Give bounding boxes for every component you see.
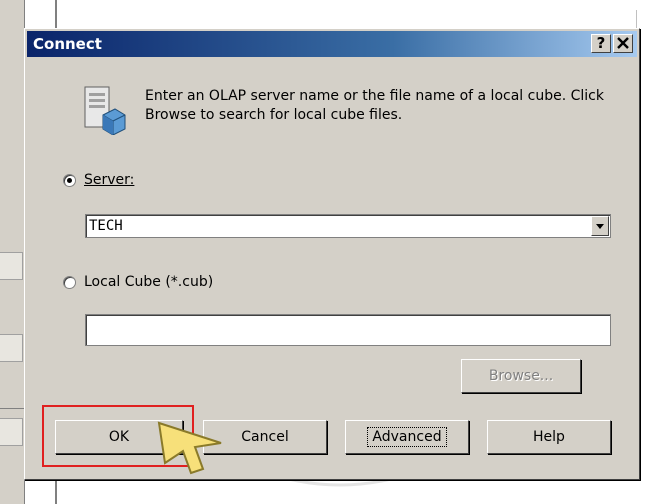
connect-dialog: Connect ? Enter an OLAP server name or t… [24, 28, 640, 480]
background-tab [0, 418, 23, 446]
advanced-button[interactable]: Advanced [345, 420, 469, 454]
background-tab [0, 252, 23, 280]
help-title-button[interactable]: ? [591, 34, 611, 53]
background-tab [0, 334, 23, 362]
browse-button[interactable]: Browse... [461, 359, 581, 393]
close-icon [617, 37, 629, 49]
server-radio-option[interactable]: Server: [63, 172, 134, 188]
server-radio-label: Server: [84, 172, 135, 188]
server-combobox[interactable]: TECH [85, 214, 611, 238]
dialog-description: Enter an OLAP server name or the file na… [145, 88, 604, 123]
close-button[interactable] [613, 34, 633, 53]
dialog-title: Connect [33, 35, 102, 53]
server-combobox-value: TECH [89, 218, 123, 234]
background-divider [0, 408, 24, 409]
chevron-down-icon[interactable] [591, 216, 609, 236]
background-divider [55, 0, 57, 28]
local-cube-radio-option[interactable]: Local Cube (*.cub) [63, 274, 213, 290]
local-cube-radio-label: Local Cube (*.cub) [84, 274, 214, 290]
server-radio[interactable] [63, 173, 76, 187]
help-button[interactable]: Help [487, 420, 611, 454]
background-divider [55, 480, 57, 504]
server-cube-icon [84, 86, 126, 135]
pointer-arrow-icon [157, 421, 222, 475]
advanced-button-label: Advanced [367, 427, 447, 447]
local-cube-file-input[interactable] [85, 314, 611, 346]
title-bar[interactable]: Connect ? [27, 31, 637, 57]
local-cube-radio[interactable] [63, 275, 76, 289]
